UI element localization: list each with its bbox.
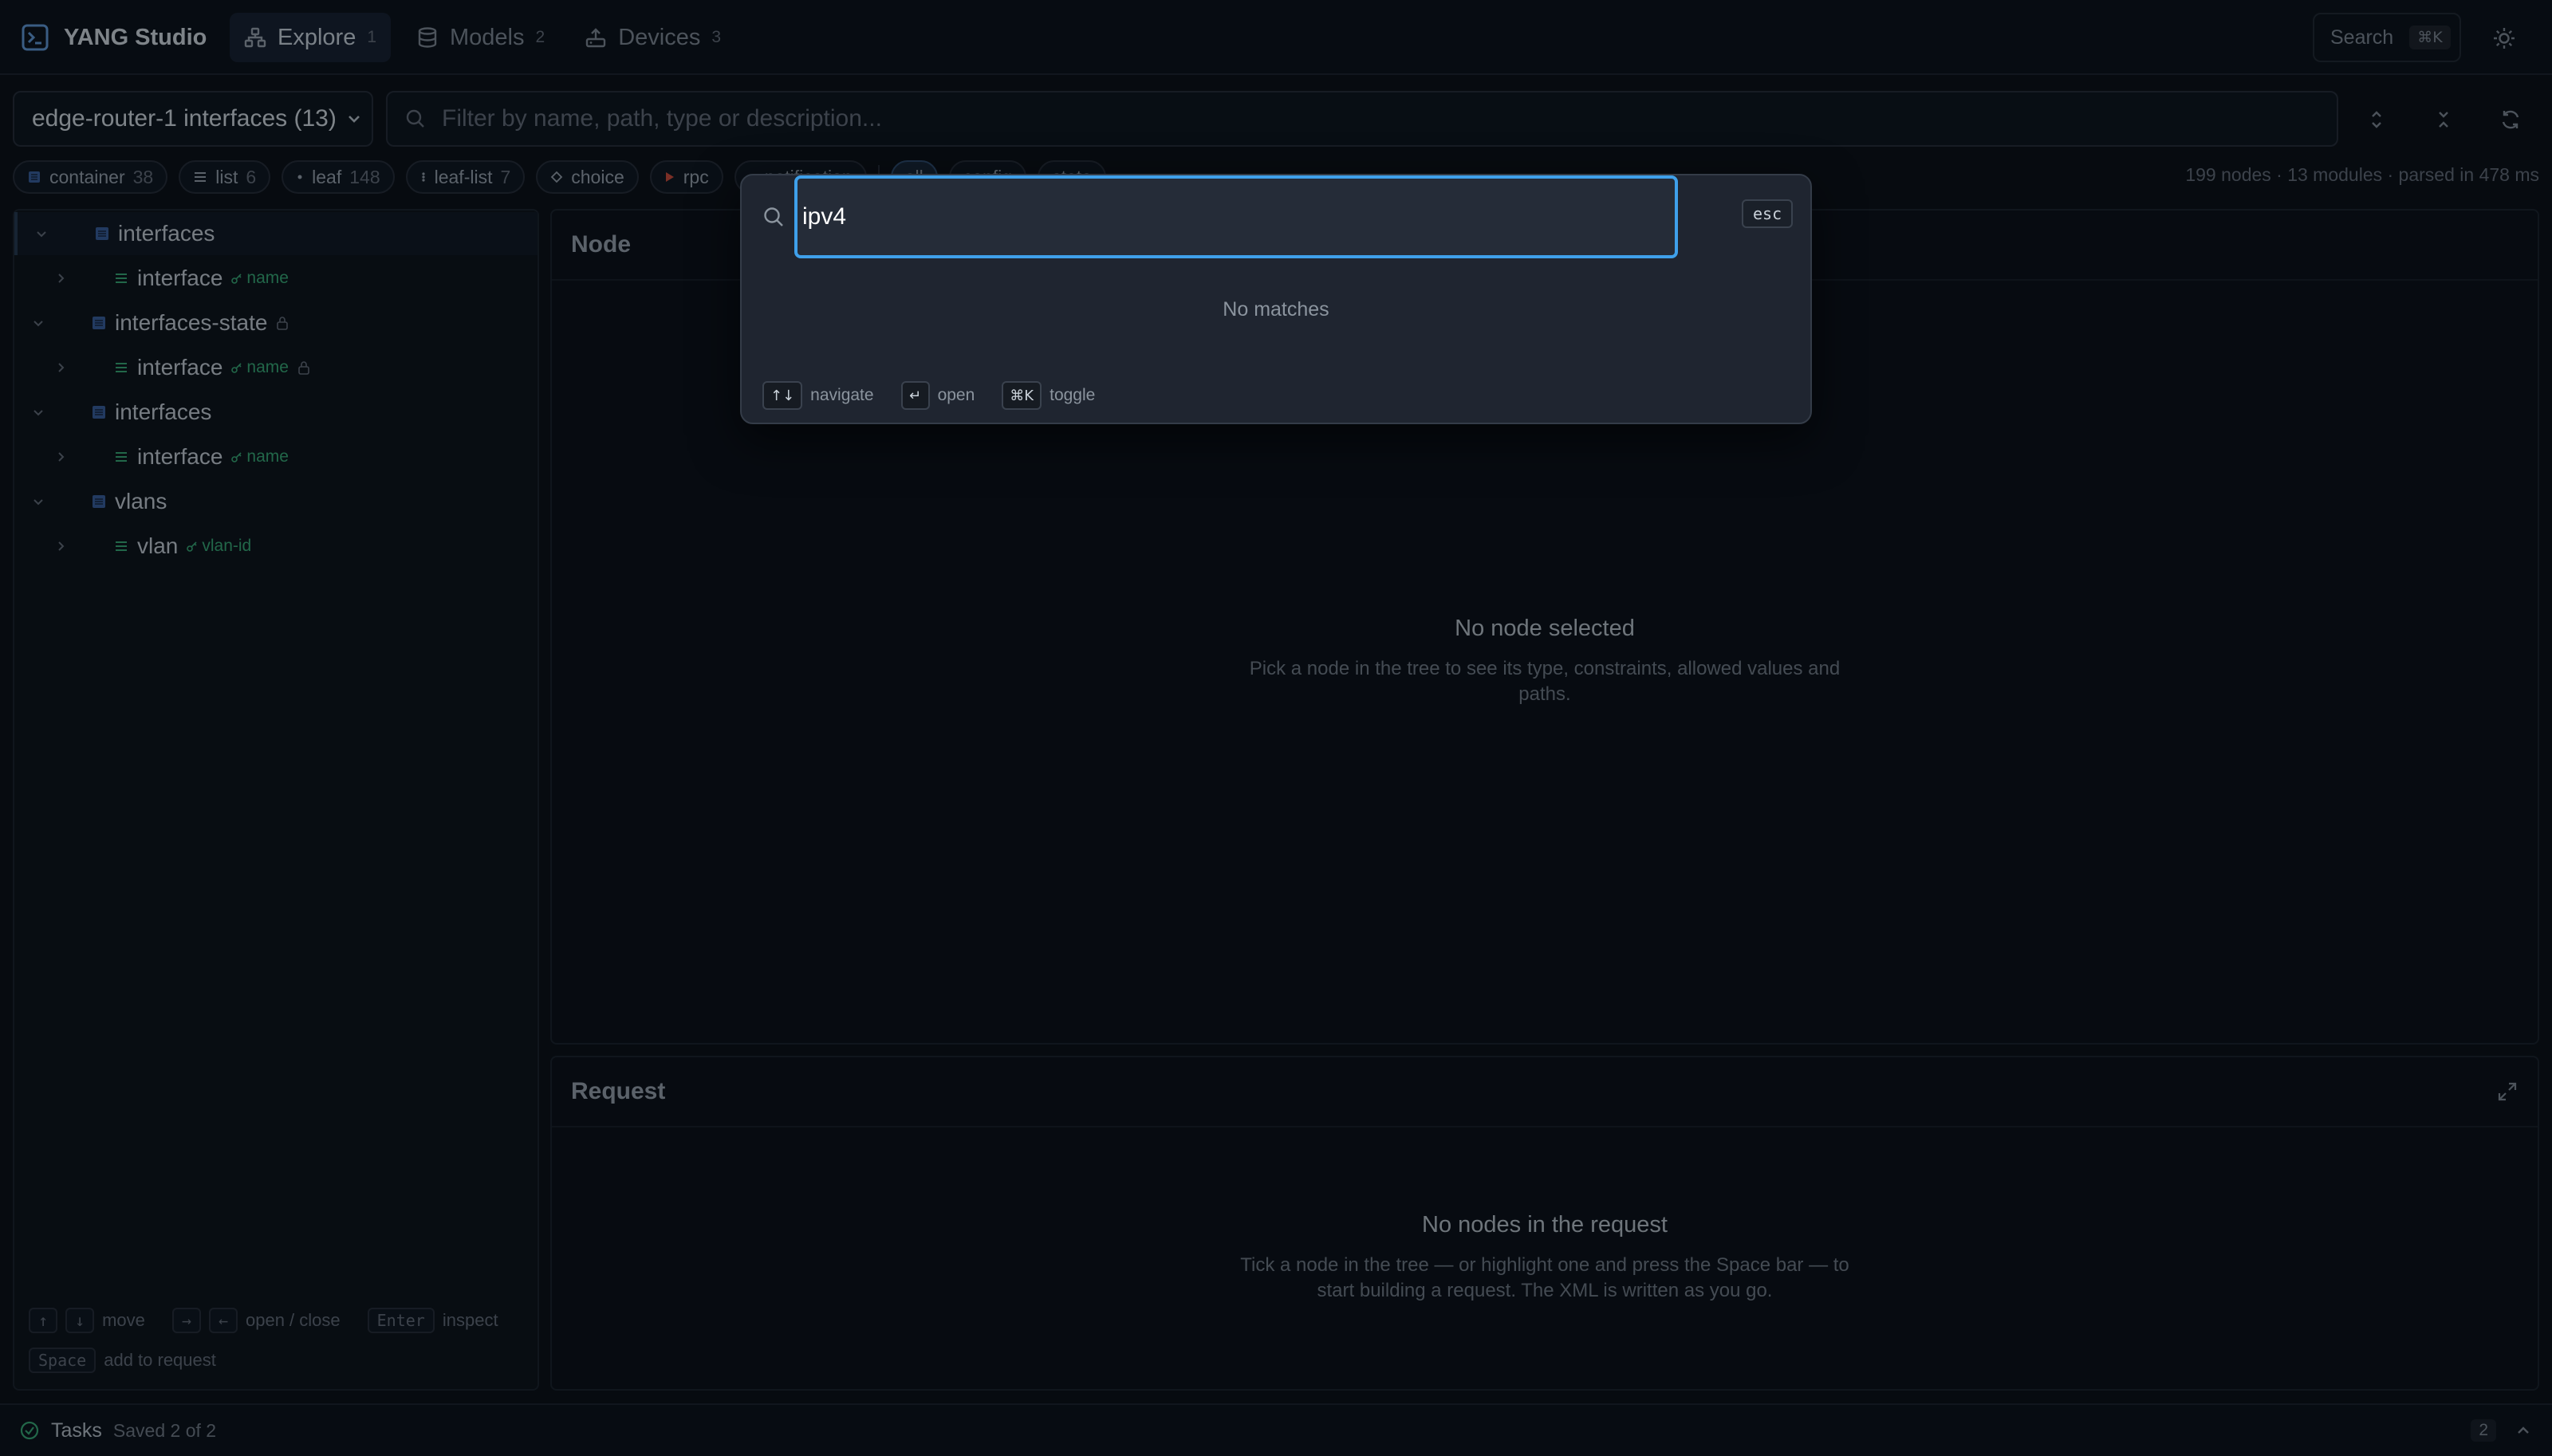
palette-no-matches: No matches (1223, 298, 1329, 321)
palette-search-input[interactable] (802, 203, 1670, 230)
kbd-enter: ↵ (900, 381, 930, 410)
esc-key-hint[interactable]: esc (1742, 199, 1794, 228)
kbd-cmd-k: ⌘K (1002, 381, 1042, 410)
command-palette: esc No matches ↑↓ navigate ↵ open ⌘K tog… (740, 174, 1812, 424)
palette-hints: ↑↓ navigate ↵ open ⌘K toggle (762, 381, 1095, 410)
kbd-arrows: ↑↓ (762, 381, 803, 410)
palette-search-field[interactable] (794, 175, 1678, 258)
hint-toggle: toggle (1050, 386, 1096, 404)
hint-open: open (937, 386, 975, 404)
search-icon (762, 206, 785, 228)
hint-navigate: navigate (810, 386, 874, 404)
